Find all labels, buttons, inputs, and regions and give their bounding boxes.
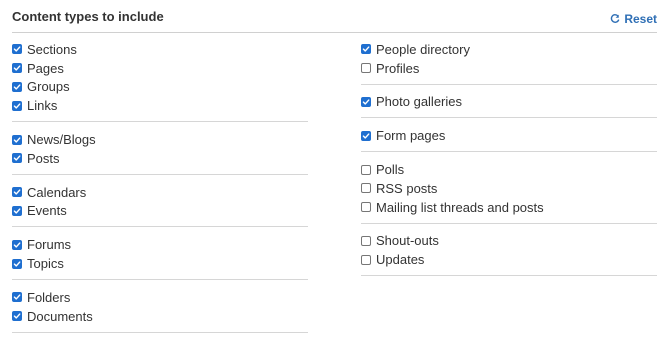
checkbox-unchecked[interactable] — [361, 235, 371, 246]
panel-title: Content types to include — [12, 9, 164, 24]
content-type-polls[interactable]: Polls — [361, 160, 657, 179]
checkbox-unchecked[interactable] — [361, 63, 371, 74]
checkbox-label: Profiles — [376, 60, 420, 76]
content-type-people-directory[interactable]: People directory — [361, 40, 657, 59]
checkbox-checked[interactable] — [12, 205, 22, 216]
checkbox-label: Form pages — [376, 128, 446, 144]
content-type-sections[interactable]: Sections — [12, 40, 308, 59]
checkbox-checked[interactable] — [12, 44, 22, 55]
checkbox-label: Pages — [27, 60, 64, 76]
checkbox-checked[interactable] — [12, 239, 22, 250]
checkbox-label: RSS posts — [376, 180, 438, 196]
content-type-pages[interactable]: Pages — [12, 59, 308, 78]
checkbox-label: Folders — [27, 289, 71, 305]
content-type-news-blogs[interactable]: News/Blogs — [12, 130, 308, 149]
checkbox-label: Photo galleries — [376, 94, 462, 110]
content-type-folders[interactable]: Folders — [12, 288, 308, 307]
content-type-form-pages[interactable]: Form pages — [361, 126, 657, 145]
content-type-events[interactable]: Events — [12, 202, 308, 221]
checkbox-label: Calendars — [27, 184, 87, 200]
checkbox-unchecked[interactable] — [361, 254, 371, 265]
checkbox-group: Calendars Events — [12, 181, 308, 228]
content-type-posts[interactable]: Posts — [12, 149, 308, 168]
checkbox-label: People directory — [376, 41, 470, 57]
checkbox-group: Form pages — [361, 124, 657, 153]
checkbox-label: News/Blogs — [27, 132, 96, 148]
content-type-documents[interactable]: Documents — [12, 307, 308, 326]
reset-label: Reset — [624, 12, 657, 26]
checkbox-checked[interactable] — [12, 100, 22, 111]
checkbox-group: News/Blogs Posts — [12, 128, 308, 175]
checkbox-label: Polls — [376, 162, 405, 178]
content-type-topics[interactable]: Topics — [12, 254, 308, 273]
checkbox-label: Documents — [27, 308, 93, 324]
checkbox-checked[interactable] — [361, 130, 371, 141]
panel-header: Content types to include Reset — [12, 0, 657, 33]
checkbox-label: Events — [27, 203, 67, 219]
checkbox-checked[interactable] — [12, 63, 22, 74]
checkbox-label: Updates — [376, 252, 425, 268]
content-type-shout-outs[interactable]: Shout-outs — [361, 232, 657, 251]
checkbox-label: Groups — [27, 79, 70, 95]
checkbox-label: Forums — [27, 237, 72, 253]
checkbox-group: Forums Topics — [12, 233, 308, 280]
checkbox-checked[interactable] — [12, 258, 22, 269]
checkbox-checked[interactable] — [12, 153, 22, 164]
refresh-icon — [610, 14, 620, 24]
checkbox-unchecked[interactable] — [361, 202, 371, 213]
content-types-left-column: Sections Pages Groups Links News/Blogs Posts C… — [12, 38, 308, 339]
checkbox-checked[interactable] — [12, 81, 22, 92]
checkbox-group: Polls RSS posts Mailing list threads and p… — [361, 158, 657, 224]
checkbox-label: Links — [27, 98, 58, 114]
checkbox-group: Sections Pages Groups Links — [12, 38, 308, 123]
content-type-groups[interactable]: Groups — [12, 78, 308, 97]
content-types-right-column: People directory Profiles Photo galleries F… — [361, 38, 657, 282]
checkbox-group: People directory Profiles — [361, 38, 657, 85]
checkbox-checked[interactable] — [12, 311, 22, 322]
content-type-photo-galleries[interactable]: Photo galleries — [361, 93, 657, 112]
checkbox-unchecked[interactable] — [361, 183, 371, 194]
content-type-calendars[interactable]: Calendars — [12, 183, 308, 202]
content-type-forums[interactable]: Forums — [12, 235, 308, 254]
checkbox-group: Folders Documents — [12, 286, 308, 333]
reset-button[interactable]: Reset — [610, 12, 657, 26]
checkbox-label: Mailing list threads and posts — [376, 199, 544, 215]
checkbox-label: Sections — [27, 41, 77, 57]
checkbox-checked[interactable] — [12, 187, 22, 198]
content-type-profiles[interactable]: Profiles — [361, 59, 657, 78]
checkbox-checked[interactable] — [12, 292, 22, 303]
checkbox-checked[interactable] — [361, 44, 371, 55]
checkbox-checked[interactable] — [12, 134, 22, 145]
checkbox-label: Topics — [27, 256, 64, 272]
content-type-links[interactable]: Links — [12, 96, 308, 115]
checkbox-checked[interactable] — [361, 96, 371, 107]
checkbox-group: Photo galleries — [361, 91, 657, 119]
checkbox-unchecked[interactable] — [361, 164, 371, 175]
content-type-updates[interactable]: Updates — [361, 250, 657, 269]
checkbox-group: Shout-outs Updates — [361, 230, 657, 277]
checkbox-label: Posts — [27, 150, 60, 166]
checkbox-label: Shout-outs — [376, 233, 439, 249]
content-type-mailing-list-threads-and-posts[interactable]: Mailing list threads and posts — [361, 198, 657, 217]
content-type-rss-posts[interactable]: RSS posts — [361, 179, 657, 198]
